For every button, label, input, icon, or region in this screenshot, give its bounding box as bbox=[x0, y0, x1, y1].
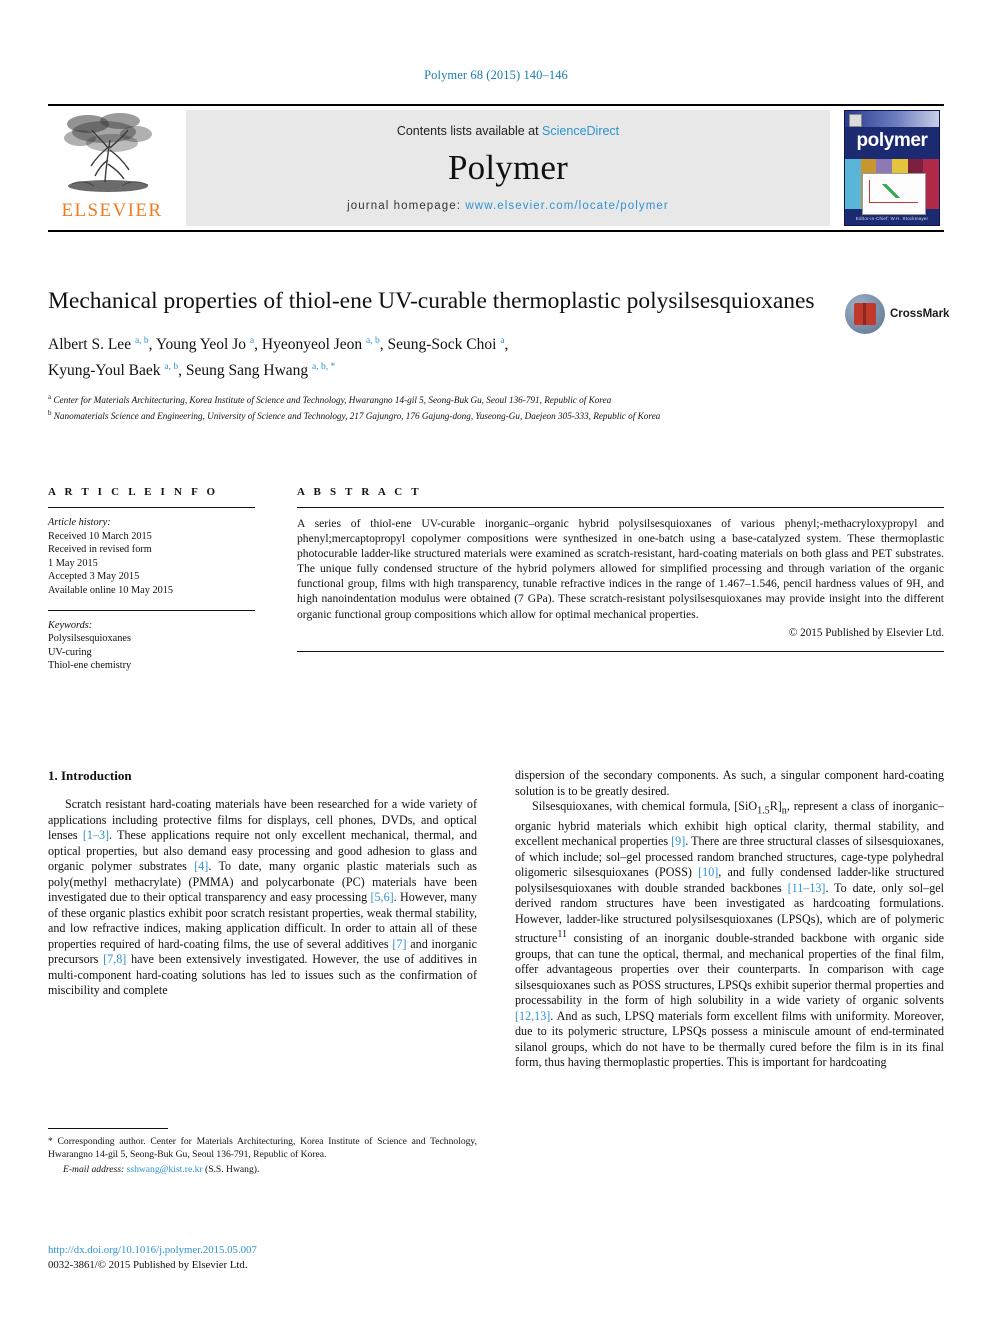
affiliation-marker: a, b bbox=[134, 336, 149, 346]
info-abstract-region: A R T I C L E I N F O Article history: R… bbox=[48, 486, 944, 673]
history-item: Received in revised form bbox=[48, 544, 152, 556]
keyword-item: Polysilsesquioxanes bbox=[48, 633, 131, 645]
email-link[interactable]: sshwang@kist.re.kr bbox=[127, 1164, 203, 1175]
history-item: Accepted 3 May 2015 bbox=[48, 571, 140, 583]
contents-available-line: Contents lists available at ScienceDirec… bbox=[397, 124, 619, 138]
cover-chip-icon bbox=[849, 114, 862, 127]
affiliation-b-text: Nanomaterials Science and Engineering, U… bbox=[53, 410, 661, 421]
contents-prefix: Contents lists available at bbox=[396, 124, 543, 138]
history-item: Available online 10 May 2015 bbox=[48, 584, 174, 596]
corresponding-author-text: * Corresponding author. Center for Mater… bbox=[48, 1136, 477, 1160]
cover-inset-figure bbox=[862, 173, 926, 215]
paragraph: dispersion of the secondary components. … bbox=[515, 768, 944, 798]
article-info-column: A R T I C L E I N F O Article history: R… bbox=[48, 486, 255, 673]
article-info-heading: A R T I C L E I N F O bbox=[48, 486, 219, 498]
page-title: Mechanical properties of thiol-ene UV-cu… bbox=[48, 288, 815, 314]
body-left-column: 1. Introduction Scratch resistant hard-c… bbox=[48, 768, 477, 1071]
issn-copyright-line: 0032-3861/© 2015 Published by Elsevier L… bbox=[48, 1258, 248, 1271]
citation-link[interactable]: [4] bbox=[194, 859, 208, 873]
citation-link[interactable]: [12,13] bbox=[515, 1009, 550, 1023]
crossmark-badge[interactable]: CrossMark bbox=[845, 288, 955, 340]
doi-link[interactable]: http://dx.doi.org/10.1016/j.polymer.2015… bbox=[48, 1243, 548, 1258]
section-heading-introduction: 1. Introduction bbox=[48, 768, 132, 783]
email-suffix: (S.S. Hwang). bbox=[205, 1164, 260, 1176]
author-list: Albert S. Lee a, b, Young Yeol Jo a, Hye… bbox=[48, 336, 509, 380]
citation-link[interactable]: [7] bbox=[392, 937, 406, 951]
abstract-column: A B S T R A C T A series of thiol-ene UV… bbox=[297, 486, 944, 673]
citation-link[interactable]: [7,8] bbox=[103, 952, 126, 966]
imprint-block: http://dx.doi.org/10.1016/j.polymer.2015… bbox=[48, 1243, 548, 1272]
citation-link[interactable]: [5,6] bbox=[370, 890, 393, 904]
cover-footer-text: Editor-in-Chief: W.H. Stockmayer bbox=[855, 216, 929, 221]
paragraph: Scratch resistant hard-coating materials… bbox=[48, 797, 477, 997]
affiliation-marker: a bbox=[500, 336, 505, 346]
article-history-label: Article history: bbox=[48, 517, 111, 528]
crossmark-label: CrossMark bbox=[890, 308, 950, 320]
body-columns: 1. Introduction Scratch resistant hard-c… bbox=[48, 768, 944, 1071]
journal-homepage-line: journal homepage: www.elsevier.com/locat… bbox=[347, 200, 669, 212]
citation-link[interactable]: [9] bbox=[671, 834, 685, 848]
divider bbox=[48, 1128, 168, 1129]
abstract-heading: A B S T R A C T bbox=[297, 486, 422, 498]
running-head: Polymer 68 (2015) 140–146 bbox=[424, 68, 568, 82]
affiliation-marker: a, b bbox=[366, 336, 380, 346]
affiliation-marker: a, b, * bbox=[312, 362, 336, 373]
citation-link[interactable]: [10] bbox=[698, 865, 718, 879]
sciencedirect-link[interactable]: ScienceDirect bbox=[542, 124, 619, 138]
affiliations: a Center for Materials Architecturing, K… bbox=[48, 391, 868, 422]
article-history-block: Article history: Received 10 March 2015 … bbox=[48, 516, 255, 598]
citation-link[interactable]: [11–13] bbox=[788, 881, 826, 895]
homepage-link[interactable]: www.elsevier.com/locate/polymer bbox=[465, 200, 668, 212]
divider bbox=[48, 507, 255, 508]
affiliation-b-line: b Nanomaterials Science and Engineering,… bbox=[48, 408, 661, 421]
journal-masthead: ELSEVIER Contents lists available at Sci… bbox=[48, 104, 944, 232]
elsevier-wordmark: ELSEVIER bbox=[61, 200, 163, 221]
cover-wordmark: polymer bbox=[856, 130, 928, 151]
paper-page: Polymer 68 (2015) 140–146 ELSEVIER Conte… bbox=[0, 0, 992, 1323]
history-item: 1 May 2015 bbox=[48, 557, 98, 569]
divider bbox=[297, 650, 944, 652]
affiliation-a-text: Center for Materials Architecturing, Kor… bbox=[53, 395, 612, 406]
affiliation-marker: a, b bbox=[164, 362, 179, 373]
abstract-copyright: © 2015 Published by Elsevier Ltd. bbox=[788, 626, 944, 639]
keywords-block: Keywords: Polysilsesquioxanes UV-curing … bbox=[48, 619, 255, 673]
abstract-text: A series of thiol-ene UV-curable inorgan… bbox=[297, 517, 944, 621]
body-right-column: dispersion of the secondary components. … bbox=[515, 768, 944, 1071]
affiliation-a-line: a Center for Materials Architecturing, K… bbox=[48, 393, 612, 406]
history-item: Received 10 March 2015 bbox=[48, 530, 152, 542]
keyword-item: UV-curing bbox=[48, 646, 92, 658]
keywords-label: Keywords: bbox=[48, 619, 93, 631]
divider bbox=[48, 609, 255, 611]
email-label: E-mail address: bbox=[63, 1164, 125, 1176]
journal-title: Polymer bbox=[447, 148, 568, 187]
affiliation-marker: a bbox=[249, 336, 255, 346]
journal-cover-thumbnail: polymer Editor-in-Chief: W.H. Stockmayer bbox=[840, 106, 944, 230]
corresponding-author-footnote: * Corresponding author. Center for Mater… bbox=[48, 1128, 477, 1177]
crossmark-icon bbox=[845, 294, 885, 334]
divider bbox=[297, 507, 944, 508]
homepage-prefix: journal homepage: bbox=[347, 200, 466, 212]
article-title-block: Mechanical properties of thiol-ene UV-cu… bbox=[48, 286, 838, 422]
journal-banner: Contents lists available at ScienceDirec… bbox=[186, 110, 830, 226]
elsevier-logo: ELSEVIER bbox=[48, 106, 176, 230]
citation-link[interactable]: [1–3] bbox=[83, 828, 109, 842]
email-line: E-mail address: sshwang@kist.re.kr (S.S.… bbox=[48, 1164, 477, 1177]
elsevier-tree-icon bbox=[64, 113, 152, 192]
paragraph: Silsesquioxanes, with chemical formula, … bbox=[515, 799, 945, 1070]
keyword-item: Thiol-ene chemistry bbox=[48, 660, 132, 672]
